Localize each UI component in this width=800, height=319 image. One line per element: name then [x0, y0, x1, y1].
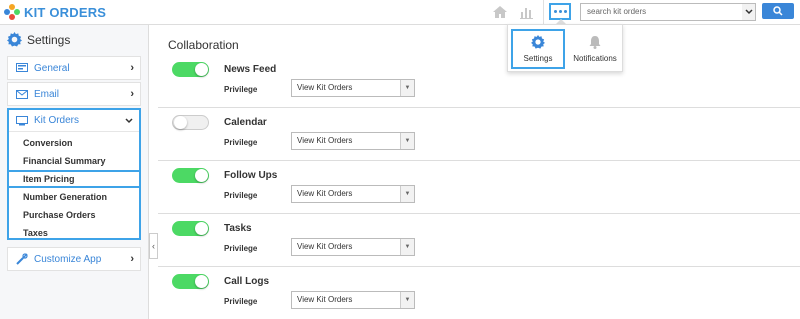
- sidebar-title: Settings: [7, 32, 70, 47]
- privilege-label: Privilege: [224, 85, 258, 94]
- call-logs-toggle[interactable]: [172, 274, 209, 289]
- sidebar-title-label: Settings: [27, 32, 71, 47]
- caret-down-icon: ▼: [400, 133, 414, 149]
- chevron-right-icon: ›: [130, 88, 134, 100]
- collab-row-follow-ups: Follow Ups Privilege View Kit Orders ▼: [158, 161, 800, 214]
- more-icon: [553, 10, 557, 13]
- privilege-label: Privilege: [224, 191, 258, 200]
- privilege-value: View Kit Orders: [297, 189, 353, 198]
- sidebar-item-label: Customize App: [34, 253, 102, 265]
- chevron-down-icon: [125, 118, 133, 124]
- calendar-toggle[interactable]: [172, 115, 209, 130]
- kit-orders-icon: [16, 115, 28, 125]
- tools-icon: [16, 253, 28, 265]
- privilege-label: Privilege: [224, 138, 258, 147]
- chart-icon[interactable]: [519, 4, 535, 20]
- caret-down-icon: ▼: [400, 80, 414, 96]
- app-logo[interactable]: KIT ORDERS: [4, 4, 106, 20]
- follow-ups-toggle[interactable]: [172, 168, 209, 183]
- privilege-select[interactable]: View Kit Orders ▼: [291, 79, 415, 97]
- sidebar-item-customize-app[interactable]: Customize App ›: [7, 247, 141, 271]
- app-title: KIT ORDERS: [24, 4, 107, 20]
- search-button[interactable]: [762, 3, 794, 19]
- privilege-select[interactable]: View Kit Orders ▼: [291, 291, 415, 309]
- collab-row-calendar: Calendar Privilege View Kit Orders ▼: [158, 108, 800, 161]
- tasks-toggle[interactable]: [172, 221, 209, 236]
- collab-row-tasks: Tasks Privilege View Kit Orders ▼: [158, 214, 800, 267]
- general-icon: [16, 63, 28, 72]
- chevron-right-icon: ›: [130, 253, 134, 265]
- row-label: Call Logs: [224, 276, 270, 287]
- privilege-select[interactable]: View Kit Orders ▼: [291, 185, 415, 203]
- chevron-right-icon: ›: [130, 62, 134, 74]
- row-label: News Feed: [224, 64, 277, 75]
- page-title: Collaboration: [168, 38, 239, 52]
- sidebar-item-label: Kit Orders: [34, 115, 80, 126]
- home-icon[interactable]: [492, 4, 508, 20]
- privilege-value: View Kit Orders: [297, 136, 353, 145]
- sidebar-subitem-number-generation[interactable]: Number Generation: [23, 192, 107, 202]
- settings-sidebar: Settings General › Email › Kit Orders Co…: [0, 25, 149, 319]
- row-label: Tasks: [224, 223, 252, 234]
- sidebar-item-label: Email: [34, 88, 60, 100]
- caret-down-icon: ▼: [400, 186, 414, 202]
- logo-icon: [4, 4, 20, 20]
- sidebar-item-email[interactable]: Email ›: [7, 82, 141, 106]
- privilege-select[interactable]: View Kit Orders ▼: [291, 238, 415, 256]
- more-button[interactable]: [549, 3, 571, 20]
- chevron-left-icon: ‹: [152, 241, 155, 251]
- sidebar-subitem-purchase-orders[interactable]: Purchase Orders: [23, 210, 96, 220]
- sidebar-item-label: General: [34, 62, 70, 74]
- gear-icon: [531, 35, 545, 49]
- caret-down-icon: ▼: [400, 292, 414, 308]
- sidebar-subitem-conversion[interactable]: Conversion: [23, 138, 73, 148]
- chevron-down-icon: [744, 9, 753, 15]
- privilege-value: View Kit Orders: [297, 295, 353, 304]
- sidebar-subitem-financial-summary[interactable]: Financial Summary: [23, 156, 106, 166]
- item-pricing-highlight: [7, 170, 141, 188]
- privilege-label: Privilege: [224, 297, 258, 306]
- bell-icon: [589, 36, 601, 49]
- collab-row-news-feed: News Feed Privilege View Kit Orders ▼: [158, 55, 800, 108]
- collapse-sidebar-button[interactable]: ‹: [149, 233, 158, 259]
- search-input[interactable]: search kit orders: [580, 3, 743, 21]
- search-icon: [773, 6, 783, 16]
- news-feed-toggle[interactable]: [172, 62, 209, 77]
- gear-icon: [7, 32, 22, 47]
- header-divider: [543, 0, 544, 25]
- sidebar-item-kit-orders[interactable]: Kit Orders: [9, 110, 139, 132]
- search-dropdown-button[interactable]: [742, 3, 756, 21]
- privilege-value: View Kit Orders: [297, 242, 353, 251]
- row-label: Calendar: [224, 117, 267, 128]
- privilege-value: View Kit Orders: [297, 83, 353, 92]
- app-header: KIT ORDERS search kit orders: [0, 0, 800, 25]
- sidebar-subitem-taxes[interactable]: Taxes: [23, 228, 48, 238]
- privilege-select[interactable]: View Kit Orders ▼: [291, 132, 415, 150]
- row-label: Follow Ups: [224, 170, 278, 181]
- caret-down-icon: ▼: [400, 239, 414, 255]
- privilege-label: Privilege: [224, 244, 258, 253]
- sidebar-item-general[interactable]: General ›: [7, 56, 141, 80]
- collab-row-call-logs: Call Logs Privilege View Kit Orders ▼: [158, 267, 800, 319]
- email-icon: [16, 90, 28, 99]
